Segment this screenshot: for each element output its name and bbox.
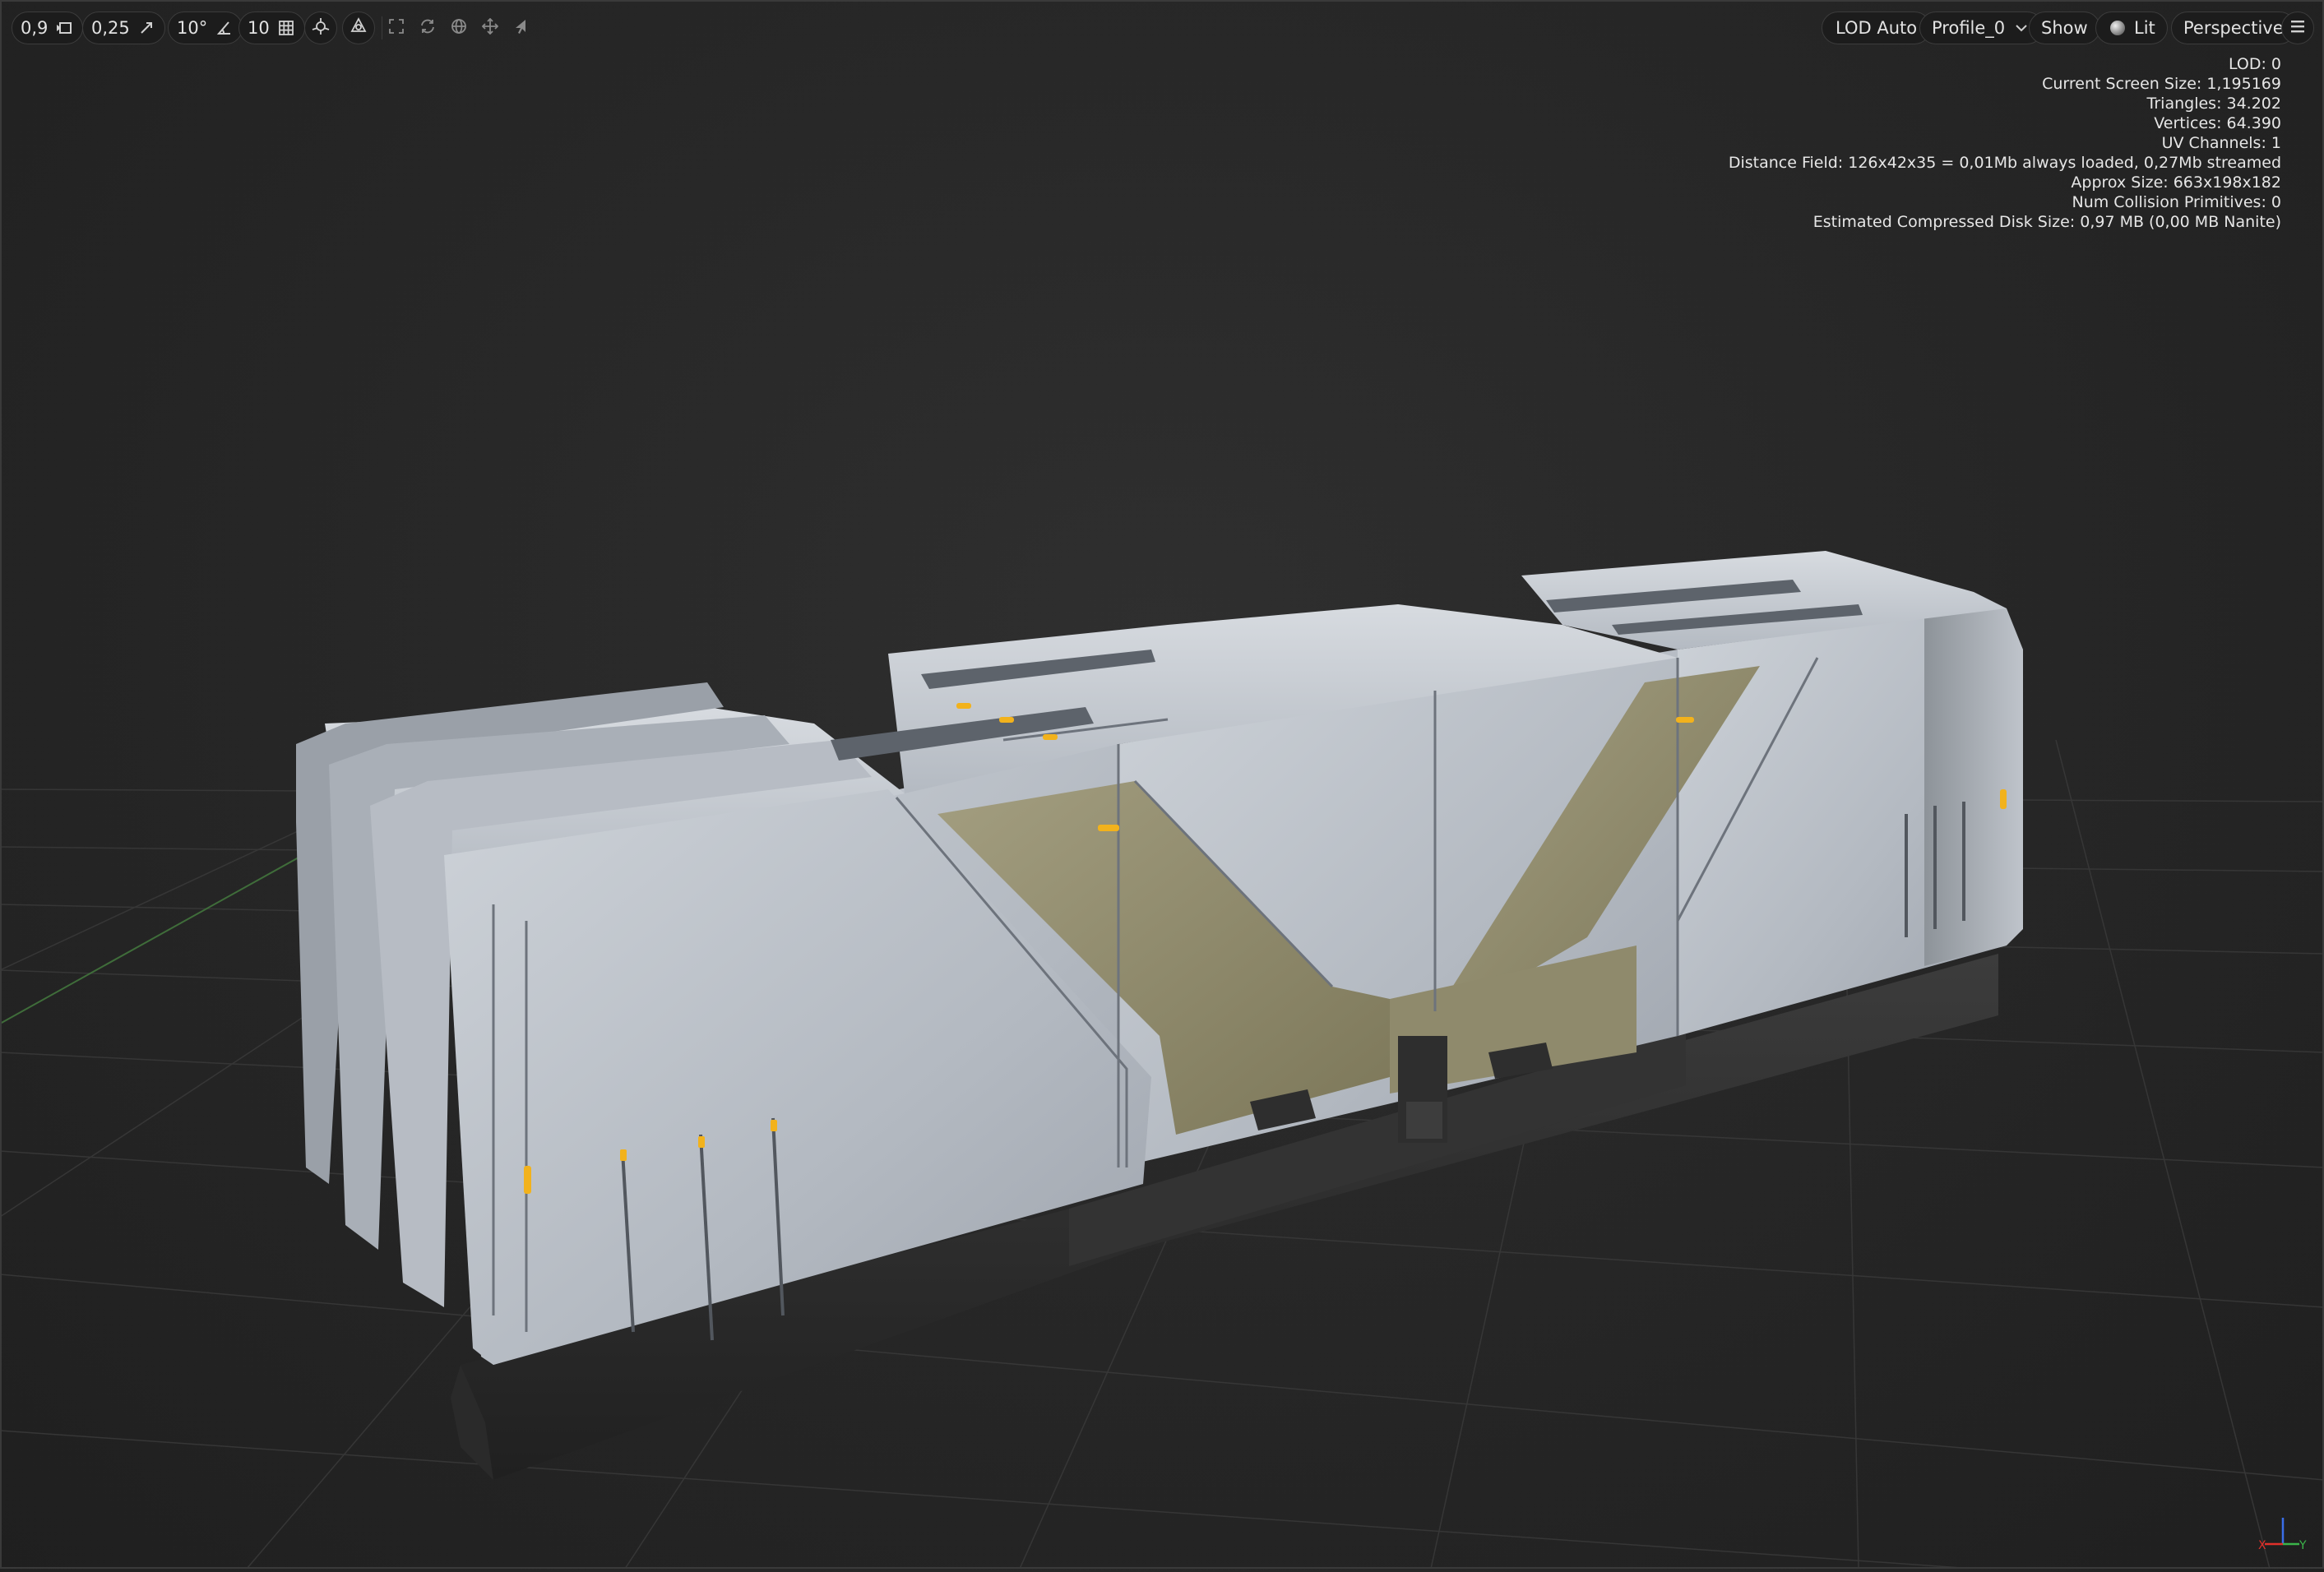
perspective-label: Perspective [2183,18,2284,38]
stat-uv-channels: UV Channels: 1 [2161,134,2281,152]
grid-icon [276,18,296,38]
lod-dropdown[interactable]: LOD Auto [1822,12,1932,44]
grid-snap-button[interactable]: 10 [238,12,305,44]
translate-rotate-button[interactable] [442,12,475,44]
hamburger-icon [2289,19,2306,37]
scale-icon [388,18,405,38]
stat-distance-field: Distance Field: 126x42x35 = 0,01Mb alway… [1728,154,2281,172]
surface-snap-icon [312,17,330,39]
viewport-type-dropdown[interactable]: Perspective [2171,12,2296,44]
lit-label: Lit [2134,18,2155,38]
cursor-icon [512,18,527,38]
profile-label: Profile_0 [1932,18,2006,38]
show-dropdown[interactable]: Show [2029,12,2100,44]
rotate-icon [419,18,436,38]
lod-label: LOD Auto [1836,18,1918,38]
surface-snap-button[interactable] [304,12,337,44]
stat-vertices: Vertices: 64.390 [2154,114,2281,132]
camera-icon [54,18,74,38]
rotation-snap-button[interactable]: 10° [168,12,243,44]
rotation-snap-icon [214,18,234,38]
world-local-icon [350,17,368,39]
globe-icon [451,18,467,38]
stat-lod: LOD: 0 [2228,55,2281,73]
x-axis-label: X [2258,1539,2266,1552]
move-icon [481,17,499,38]
y-axis-label: Y [2299,1539,2307,1552]
axis-gizmo: X Y [2258,1518,2307,1552]
rotation-snap-value: 10° [177,18,208,38]
camera-speed-button[interactable]: 0,9 [12,12,84,44]
stat-screen-size: Current Screen Size: 1,195169 [2042,75,2281,93]
scale-snap-value: 0,25 [91,18,130,38]
stat-collision: Num Collision Primitives: 0 [2072,193,2281,211]
lit-sphere-icon [2108,18,2127,38]
stat-disk-size: Estimated Compressed Disk Size: 0,97 MB … [1812,213,2281,231]
static-mesh-crate[interactable] [296,551,2023,1480]
coordinate-system-button[interactable] [342,12,375,44]
rotate-tool-button[interactable] [411,12,444,44]
select-tool-button[interactable] [503,12,536,44]
viewport-scene[interactable] [0,0,2324,1570]
translate-tool-button[interactable] [474,12,507,44]
crate-right-end [1924,608,2023,966]
scale-snap-icon [137,18,156,38]
stat-approx-size: Approx Size: 663x198x182 [2071,173,2281,192]
viewport-canvas[interactable] [0,0,2324,1570]
show-label: Show [2041,18,2088,38]
grid-snap-value: 10 [248,18,270,38]
scale-tool-button[interactable] [380,12,413,44]
camera-speed-value: 0,9 [21,18,49,38]
stat-triangles: Triangles: 34.202 [2146,95,2281,113]
viewport-options-button[interactable] [2281,12,2314,44]
profile-dropdown[interactable]: Profile_0 [1919,12,2044,44]
view-mode-dropdown[interactable]: Lit [2095,12,2168,44]
mesh-stats-overlay: LOD: 0 Current Screen Size: 1,195169 Tri… [1729,54,2281,232]
scale-snap-button[interactable]: 0,25 [82,12,165,44]
